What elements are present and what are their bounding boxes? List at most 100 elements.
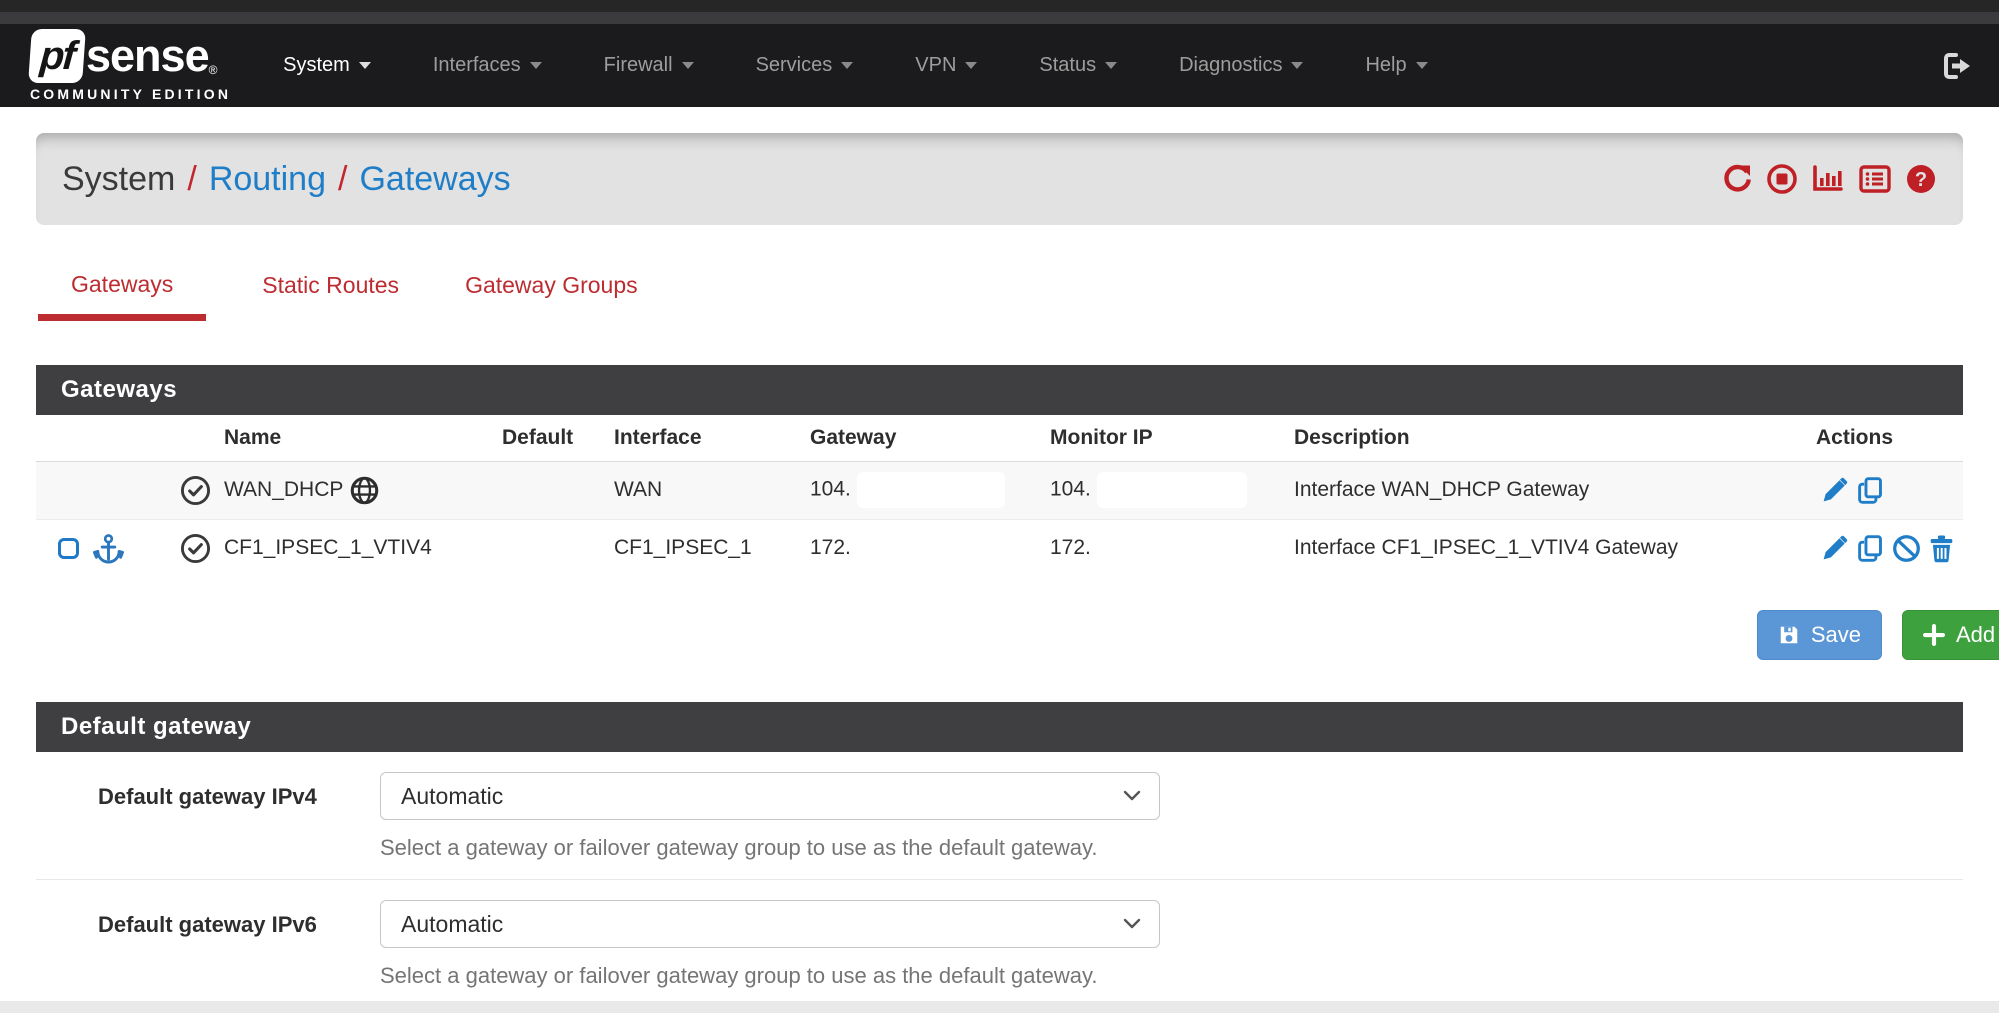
monitor-ip: 104. <box>1050 478 1091 501</box>
breadcrumb-bar: System / Routing / Gateways ? <box>36 133 1963 225</box>
save-button-label: Save <box>1811 622 1861 648</box>
globe-icon <box>350 476 379 505</box>
gateway-address: 104. <box>810 478 851 501</box>
save-button[interactable]: Save <box>1757 610 1882 660</box>
top-strip-dark <box>0 0 1999 12</box>
table-row-wan-dhcp: WAN_DHCP WAN 104. 104. Interface WAN_DHC… <box>36 461 1963 519</box>
col-description: Description <box>1294 415 1816 461</box>
select-chevron-icon <box>1123 790 1141 802</box>
routing-tabs: Gateways Static Routes Gateway Groups <box>36 271 1963 321</box>
nav-item-firewall[interactable]: Firewall <box>604 54 694 77</box>
default-gateway-ipv4-label: Default gateway IPv4 <box>98 772 380 861</box>
default-gateway-ipv4-select[interactable]: Automatic <box>380 772 1160 820</box>
selected-value: Automatic <box>401 911 503 938</box>
breadcrumb-link-gateways[interactable]: Gateways <box>359 160 510 199</box>
caret-down-icon <box>530 62 542 69</box>
gateway-interface: WAN <box>614 461 810 519</box>
add-button[interactable]: Add <box>1902 610 1999 660</box>
col-interface: Interface <box>614 415 810 461</box>
anchor-icon[interactable] <box>93 533 124 564</box>
edit-pencil-icon[interactable] <box>1820 534 1849 563</box>
table-row-cf1-ipsec: CF1_IPSEC_1_VTIV4 CF1_IPSEC_1 172. 172. … <box>36 519 1963 577</box>
add-button-label: Add <box>1956 622 1995 648</box>
nav-menu: System Interfaces Firewall Services VPN … <box>283 54 1427 77</box>
top-strip-light <box>0 12 1999 24</box>
gateways-table: Name Default Interface Gateway Monitor I… <box>36 415 1963 577</box>
selected-value: Automatic <box>401 783 503 810</box>
table-header-row: Name Default Interface Gateway Monitor I… <box>36 415 1963 461</box>
default-gateway-ipv6-help: Select a gateway or failover gateway gro… <box>380 963 1160 989</box>
gateways-panel: Gateways Name Default Interface Gateway … <box>36 365 1963 577</box>
breadcrumb-link-routing[interactable]: Routing <box>209 160 326 199</box>
nav-item-diagnostics[interactable]: Diagnostics <box>1179 54 1303 77</box>
caret-down-icon <box>682 62 694 69</box>
trash-icon[interactable] <box>1928 534 1955 563</box>
default-gateway-ipv6-group: Default gateway IPv6 Automatic Select a … <box>36 879 1963 1007</box>
gateway-address: 172. <box>810 519 1050 577</box>
monitor-ip: 172. <box>1050 519 1294 577</box>
col-name: Name <box>224 415 502 461</box>
gateway-interface: CF1_IPSEC_1 <box>614 519 810 577</box>
tab-gateways[interactable]: Gateways <box>38 271 206 321</box>
plus-icon <box>1923 624 1945 646</box>
check-circle-icon <box>166 475 224 506</box>
nav-item-services[interactable]: Services <box>756 54 854 77</box>
breadcrumb-section: System <box>62 160 175 199</box>
tab-gateway-groups[interactable]: Gateway Groups <box>455 272 648 321</box>
refresh-icon[interactable] <box>1721 163 1753 195</box>
svg-text:?: ? <box>1915 169 1927 191</box>
caret-down-icon <box>1105 62 1117 69</box>
gateway-name: WAN_DHCP <box>224 478 343 502</box>
breadcrumb-separator: / <box>338 160 347 199</box>
pf-logo-box: pf <box>28 29 86 83</box>
community-edition-label: COMMUNITY EDITION <box>30 86 231 102</box>
redacted-value <box>857 472 1005 508</box>
registered-mark: ® <box>209 63 218 77</box>
checkbox-icon[interactable] <box>58 538 79 559</box>
default-gateway-ipv4-group: Default gateway IPv4 Automatic Select a … <box>36 752 1963 879</box>
page-background-strip <box>0 1001 1999 1013</box>
col-monitor-ip: Monitor IP <box>1050 415 1294 461</box>
bar-chart-icon[interactable] <box>1811 163 1845 195</box>
main-navbar: pf sense ® COMMUNITY EDITION System Inte… <box>0 24 1999 107</box>
caret-down-icon <box>841 62 853 69</box>
redacted-value <box>1097 472 1247 508</box>
ban-icon[interactable] <box>1892 534 1921 563</box>
breadcrumb: System / Routing / Gateways <box>62 160 511 199</box>
caret-down-icon <box>965 62 977 69</box>
gateway-description: Interface WAN_DHCP Gateway <box>1294 461 1816 519</box>
default-gateway-panel: Default gateway Default gateway IPv4 Aut… <box>36 702 1963 1007</box>
question-circle-icon[interactable]: ? <box>1905 163 1937 195</box>
nav-item-help[interactable]: Help <box>1365 54 1427 77</box>
caret-down-icon <box>1416 62 1428 69</box>
table-actions-bar: Save Add <box>36 610 1963 660</box>
gateways-panel-title: Gateways <box>36 365 1963 415</box>
edit-pencil-icon[interactable] <box>1820 476 1849 505</box>
copy-icon[interactable] <box>1856 476 1885 505</box>
caret-down-icon <box>359 62 371 69</box>
select-chevron-icon <box>1123 918 1141 930</box>
default-gateway-ipv6-label: Default gateway IPv6 <box>98 900 380 989</box>
nav-item-status[interactable]: Status <box>1039 54 1117 77</box>
nav-item-system[interactable]: System <box>283 54 371 77</box>
nav-item-vpn[interactable]: VPN <box>915 54 977 77</box>
gateway-description: Interface CF1_IPSEC_1_VTIV4 Gateway <box>1294 519 1816 577</box>
page-action-icons: ? <box>1721 163 1937 195</box>
sign-out-icon[interactable] <box>1941 50 1973 82</box>
tab-static-routes[interactable]: Static Routes <box>252 272 409 321</box>
gateway-default <box>502 461 614 519</box>
nav-item-interfaces[interactable]: Interfaces <box>433 54 542 77</box>
pfsense-logo[interactable]: pf sense ® COMMUNITY EDITION <box>30 29 231 102</box>
default-gateway-panel-title: Default gateway <box>36 702 1963 752</box>
breadcrumb-separator: / <box>187 160 196 199</box>
default-gateway-ipv4-help: Select a gateway or failover gateway gro… <box>380 835 1160 861</box>
copy-icon[interactable] <box>1856 534 1885 563</box>
col-actions: Actions <box>1816 415 1963 461</box>
default-gateway-ipv6-select[interactable]: Automatic <box>380 900 1160 948</box>
stop-circle-icon[interactable] <box>1766 163 1798 195</box>
gateway-name: CF1_IPSEC_1_VTIV4 <box>224 536 432 560</box>
col-default: Default <box>502 415 614 461</box>
list-icon[interactable] <box>1858 163 1892 195</box>
pfsense-page: pf sense ® COMMUNITY EDITION System Inte… <box>0 0 1999 1013</box>
save-floppy-icon <box>1778 624 1800 646</box>
